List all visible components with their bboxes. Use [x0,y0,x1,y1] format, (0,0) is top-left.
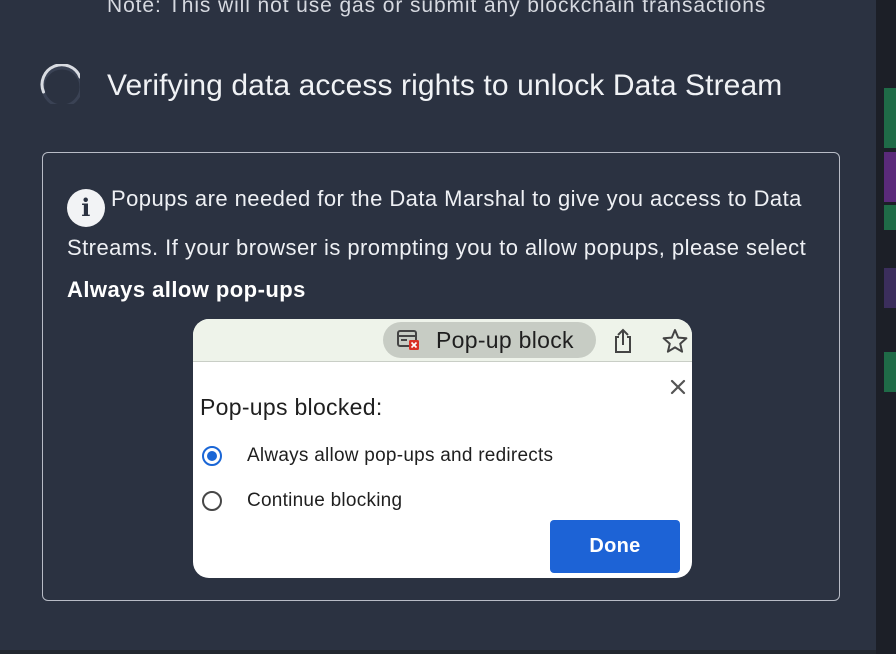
popup-block-chip: Pop-up block [383,322,596,358]
share-icon [615,328,631,353]
option-label: Always allow pop-ups and redirects [247,445,554,466]
backdrop-edge [876,0,896,654]
radio-selected-icon [202,446,222,466]
popup-blocked-icon [397,330,419,350]
backdrop-stripe [884,268,896,308]
browser-toolbar: Pop-up block [193,319,692,362]
info-bold-instruction: Always allow pop-ups [67,277,306,302]
loading-spinner-icon [40,64,80,104]
note-text: Note: This will not use gas or submit an… [107,0,767,17]
bottom-edge [0,650,876,654]
info-icon: i [67,189,105,227]
info-text: i Popups are needed for the Data Marshal … [67,178,827,311]
verification-modal: Note: This will not use gas or submit an… [0,0,876,654]
info-message: Popups are needed for the Data Marshal t… [67,186,807,260]
star-icon [662,329,688,353]
option-continue-blocking: Continue blocking [202,488,402,514]
backdrop-stripe [884,152,896,202]
popup-info-box: i Popups are needed for the Data Marshal … [42,152,840,601]
popup-block-label: Pop-up block [436,327,574,353]
option-always-allow: Always allow pop-ups and redirects [202,443,553,469]
option-label: Continue blocking [247,490,403,511]
popups-blocked-title: Pop-ups blocked: [200,394,383,420]
popup-blocked-illustration: Pop-up block Pop-ups blocked: Always all… [193,319,692,578]
backdrop-stripe [884,88,896,148]
backdrop-stripe [884,352,896,392]
close-icon [670,379,686,395]
done-button: Done [550,520,680,573]
backdrop-stripe [884,205,896,230]
status-heading: Verifying data access rights to unlock D… [107,69,783,102]
radio-unselected-icon [202,491,222,511]
